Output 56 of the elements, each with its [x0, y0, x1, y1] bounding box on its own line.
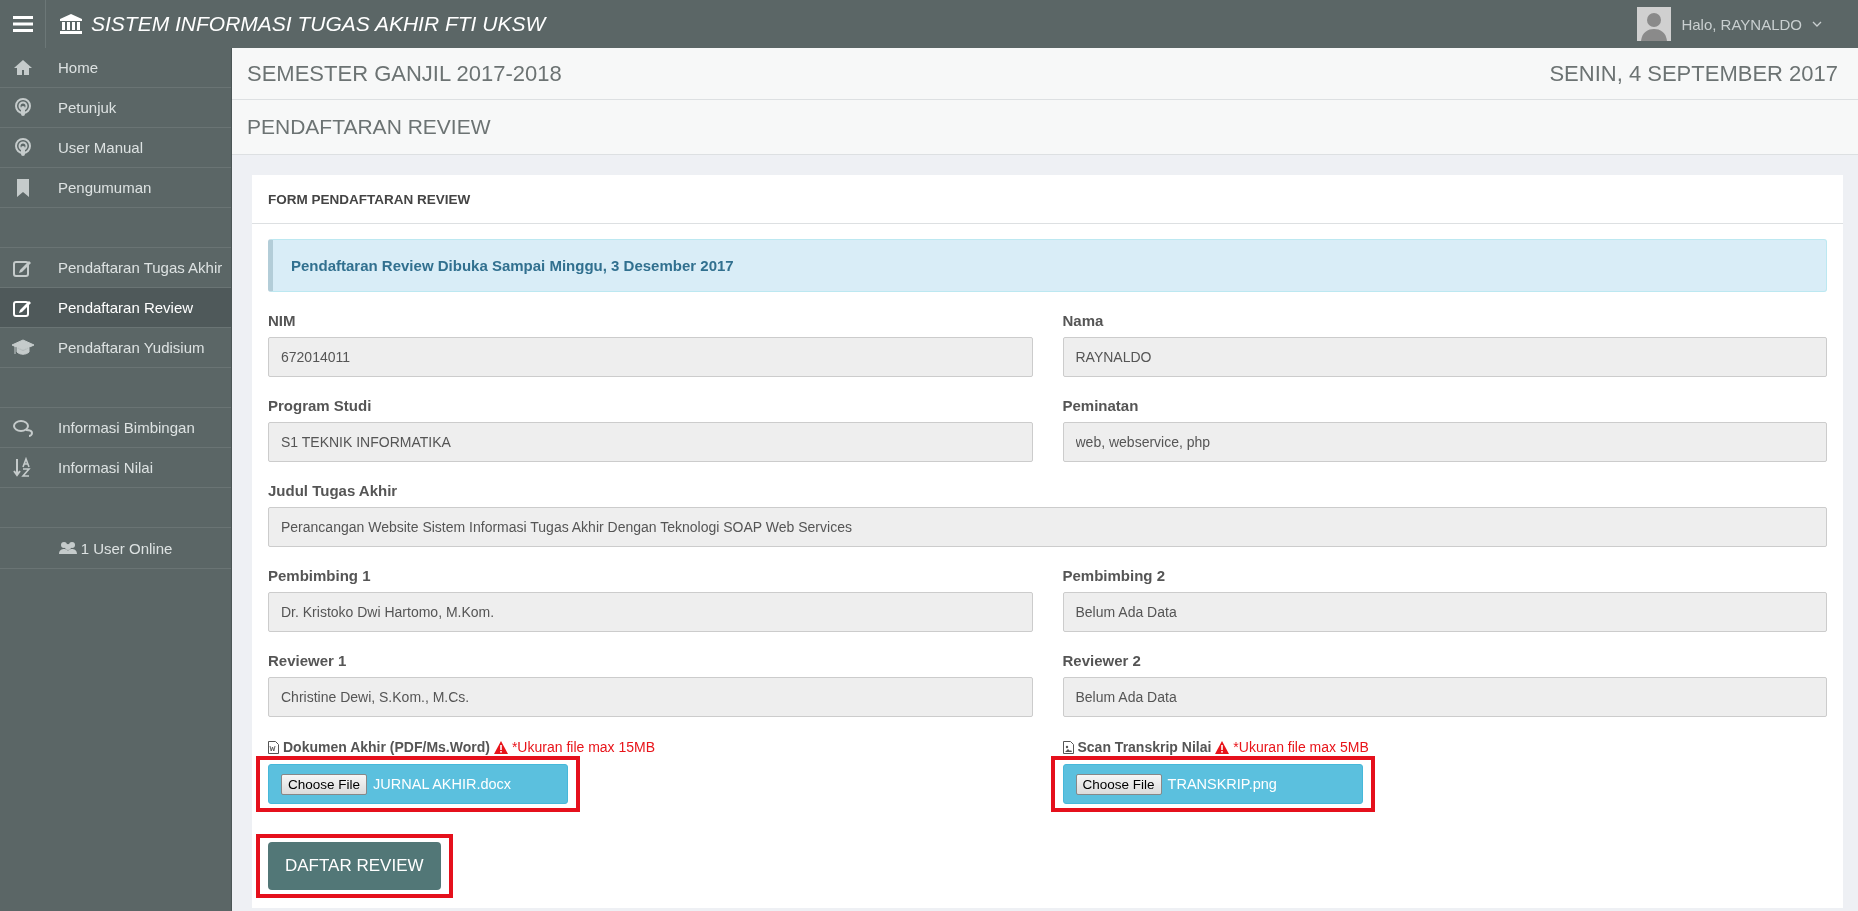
sidebar-item[interactable]: User Manual [0, 128, 231, 168]
field-label: Peminatan [1062, 397, 1140, 414]
sidebar-item[interactable]: Pendaftaran Yudisium [0, 328, 231, 368]
warning-icon [1215, 740, 1230, 754]
menu-icon [12, 16, 33, 32]
warning-icon [493, 740, 508, 754]
sidebar-item[interactable]: Petunjuk [0, 88, 231, 128]
sidebar-item[interactable]: Pendaftaran Review [0, 288, 231, 328]
text-field[interactable]: S1 TEKNIK INFORMATIKA [268, 422, 1033, 462]
users-icon [58, 541, 77, 555]
choose-file-button[interactable]: Choose File [281, 773, 368, 795]
text-field[interactable]: web, webservice, php [1062, 422, 1827, 462]
field-label: Program Studi [268, 397, 373, 414]
sidebar-item[interactable]: Pengumuman [0, 168, 231, 208]
sidebar-item[interactable]: Informasi Bimbingan [0, 408, 231, 448]
text-field[interactable]: 672014011 [268, 337, 1033, 377]
size-warning: *Ukuran file max 15MB [511, 739, 656, 755]
size-warning: *Ukuran file max 5MB [1233, 739, 1369, 755]
menu-item-icon [12, 136, 34, 159]
text-field[interactable]: RAYNALDO [1062, 337, 1827, 377]
field-label: NIM [268, 312, 297, 329]
card-title: FORM PENDAFTARAN REVIEW [252, 175, 1843, 224]
sidebar-item[interactable]: Home [0, 48, 231, 88]
submit-button[interactable]: DAFTAR REVIEW [268, 842, 441, 890]
field-label: Pembimbing 1 [268, 567, 372, 584]
field-label: Reviewer 2 [1062, 652, 1142, 669]
field-label: Judul Tugas Akhir [268, 482, 399, 499]
online-count: 1 User Online [80, 539, 173, 557]
image-file-icon [1062, 740, 1074, 754]
sidebar-item[interactable]: Informasi Nilai [0, 448, 231, 488]
file-name: JURNAL AKHIR.docx [373, 776, 512, 792]
text-field[interactable]: Dr. Kristoko Dwi Hartomo, M.Kom. [268, 592, 1033, 632]
file-name: TRANSKRIP.png [1167, 776, 1277, 792]
page-title: PENDAFTARAN REVIEW [247, 115, 491, 139]
avatar-icon [1637, 7, 1672, 41]
file-input[interactable]: Choose File TRANSKRIP.png [1062, 764, 1363, 804]
app-title: SISTEM INFORMASI TUGAS AKHIR FTI UKSW [91, 12, 546, 36]
text-field[interactable]: Belum Ada Data [1062, 677, 1827, 717]
file-input[interactable]: Choose File JURNAL AKHIR.docx [268, 764, 568, 804]
upload-label: Dokumen Akhir (PDF/Ms.Word) [283, 739, 490, 755]
text-field[interactable]: Belum Ada Data [1062, 592, 1827, 632]
word-file-icon [268, 740, 279, 754]
field-label: Nama [1062, 312, 1105, 329]
text-field[interactable]: Christine Dewi, S.Kom., M.Cs. [268, 677, 1033, 717]
choose-file-button[interactable]: Choose File [1075, 773, 1162, 795]
menu-item-icon [12, 96, 34, 119]
text-field[interactable]: Perancangan Website Sistem Informasi Tugas Akhir Dengan Teknologi SOAP Web Services [268, 507, 1827, 547]
upload-label: Scan Transkrip Nilai [1077, 739, 1212, 755]
field-label: Reviewer 1 [268, 652, 348, 669]
date-label: SENIN, 4 SEPTEMBER 2017 [1549, 60, 1838, 87]
info-alert: Pendaftaran Review Dibuka Sampai Minggu, 3 Desember 2017 [268, 239, 1827, 292]
user-menu[interactable]: Halo, RAYNALDO [1631, 6, 1828, 42]
bank-icon [60, 14, 82, 34]
semester-label: SEMESTER GANJIL 2017-2018 [247, 60, 562, 87]
chevron-down-icon [1812, 21, 1822, 27]
field-label: Pembimbing 2 [1062, 567, 1167, 584]
